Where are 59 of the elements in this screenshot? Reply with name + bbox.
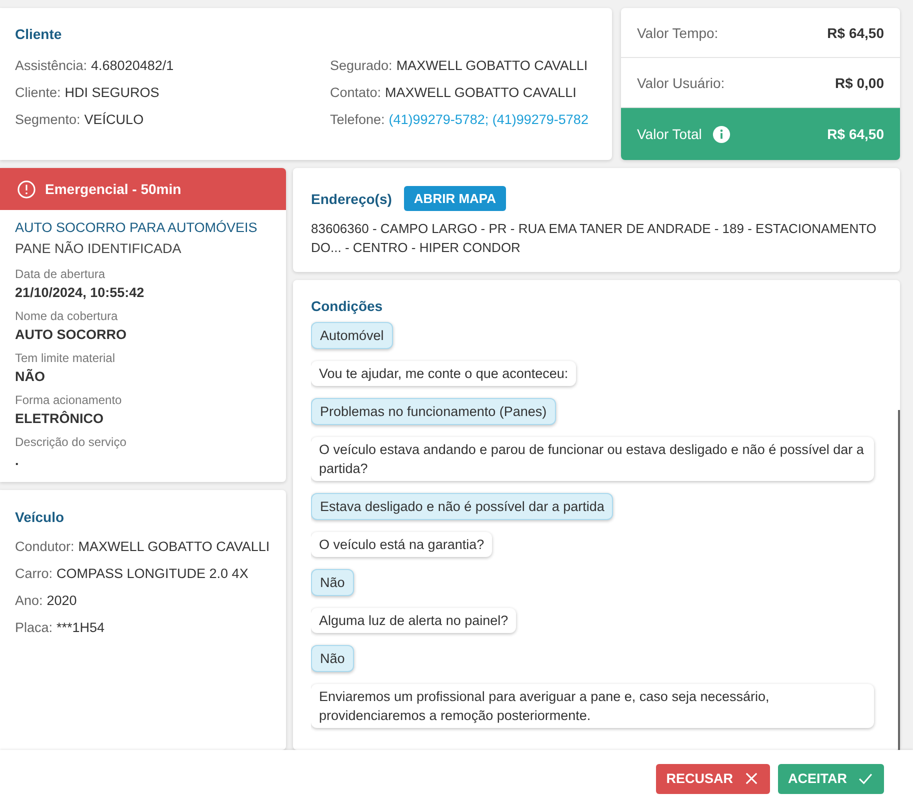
answer-bubble: Não — [311, 569, 354, 596]
accept-button[interactable]: ACEITAR — [778, 764, 884, 794]
field-value: NÃO — [15, 368, 46, 386]
reject-button[interactable]: RECUSAR — [656, 764, 770, 794]
field-value: VEÍCULO — [84, 112, 144, 127]
field-label: Tem limite material — [15, 350, 116, 367]
field-label: Forma acionamento — [15, 392, 123, 409]
field-label: Placa: — [15, 620, 53, 635]
service-subtitle: PANE NÃO IDENTIFICADA — [15, 240, 182, 258]
field-value: AUTO SOCORRO — [15, 326, 128, 344]
alert-text: Emergencial - 50min — [45, 181, 182, 197]
section-title: Endereço(s) — [311, 190, 392, 206]
field-value: 4.68020482/1 — [91, 58, 174, 73]
question-bubble: Alguma luz de alerta no painel? — [311, 608, 516, 633]
value-amount: R$ 64,50 — [827, 24, 884, 41]
address-text: 83606360 - CAMPO LARGO - PR - RUA EMA TANER DE ANDRADE - 189 - ESTACIONAMENTO DO... - CENTRO - HIPER CONDOR — [311, 220, 878, 257]
field-label: Cliente: — [15, 85, 61, 100]
field-value: COMPASS LONGITUDE 2.0 4X — [56, 566, 248, 581]
field-value: 2020 — [46, 593, 77, 608]
field-label: Nome da cobertura — [15, 308, 119, 325]
open-map-button[interactable]: ABRIR MAPA — [404, 186, 506, 211]
field-label: Carro: — [15, 566, 53, 581]
answer-bubble: Automóvel — [311, 322, 393, 349]
field-value: ELETRÔNICO — [15, 410, 105, 428]
field-value: MAXWELL GOBATTO CAVALLI — [396, 58, 588, 73]
answer-bubble: Não — [311, 645, 354, 672]
field-label: Segmento: — [15, 112, 80, 127]
section-title: Cliente — [15, 26, 63, 42]
field-label: Assistência: — [15, 58, 88, 73]
field-label: Descrição do serviço — [15, 434, 128, 451]
field-value: 21/10/2024, 10:55:42 — [15, 284, 146, 302]
field-label: Contato: — [330, 85, 382, 100]
field-value: HDI SEGUROS — [64, 85, 160, 100]
field-value: ***1H54 — [56, 620, 105, 635]
value-label: Valor Usuário: — [637, 74, 725, 91]
field-value: MAXWELL GOBATTO CAVALLI — [385, 85, 576, 100]
value-amount: R$ 0,00 — [834, 74, 884, 91]
field-label: Ano: — [15, 593, 43, 608]
value-label: Valor Total — [637, 126, 702, 142]
section-title: Veículo — [15, 509, 66, 525]
phone-link[interactable]: (41)99279-5782; (41)99279-5782 — [388, 112, 588, 127]
answer-bubble: Problemas no funcionamento (Panes) — [311, 398, 556, 425]
service-title: AUTO SOCORRO PARA AUTOMÓVEIS — [15, 219, 258, 237]
question-bubble: Enviaremos um profissional para averiguar a pane e, caso seja necessário, providenciaremos a remoção posteriormente. — [311, 684, 874, 728]
section-title: Condições — [311, 298, 384, 314]
field-label: Condutor: — [15, 539, 74, 554]
close-icon — [743, 770, 760, 787]
field-label: Segurado: — [330, 58, 392, 73]
scrollbar[interactable] — [898, 410, 900, 750]
answer-bubble: Estava desligado e não é possível dar a partida — [311, 493, 614, 520]
field-label: Telefone: — [330, 112, 385, 127]
question-bubble: O veículo estava andando e parou de funcionar ou estava desligado e não é possível dar a partida? — [311, 437, 874, 481]
question-bubble: Vou te ajudar, me conte o que aconteceu: — [311, 361, 576, 386]
field-value: . — [15, 452, 20, 470]
question-bubble: O veículo está na garantia? — [311, 532, 492, 557]
field-label: Data de abertura — [15, 266, 106, 283]
field-value: MAXWELL GOBATTO CAVALLI — [78, 539, 270, 554]
value-label: Valor Tempo: — [637, 24, 718, 41]
value-amount: R$ 64,50 — [827, 126, 884, 142]
